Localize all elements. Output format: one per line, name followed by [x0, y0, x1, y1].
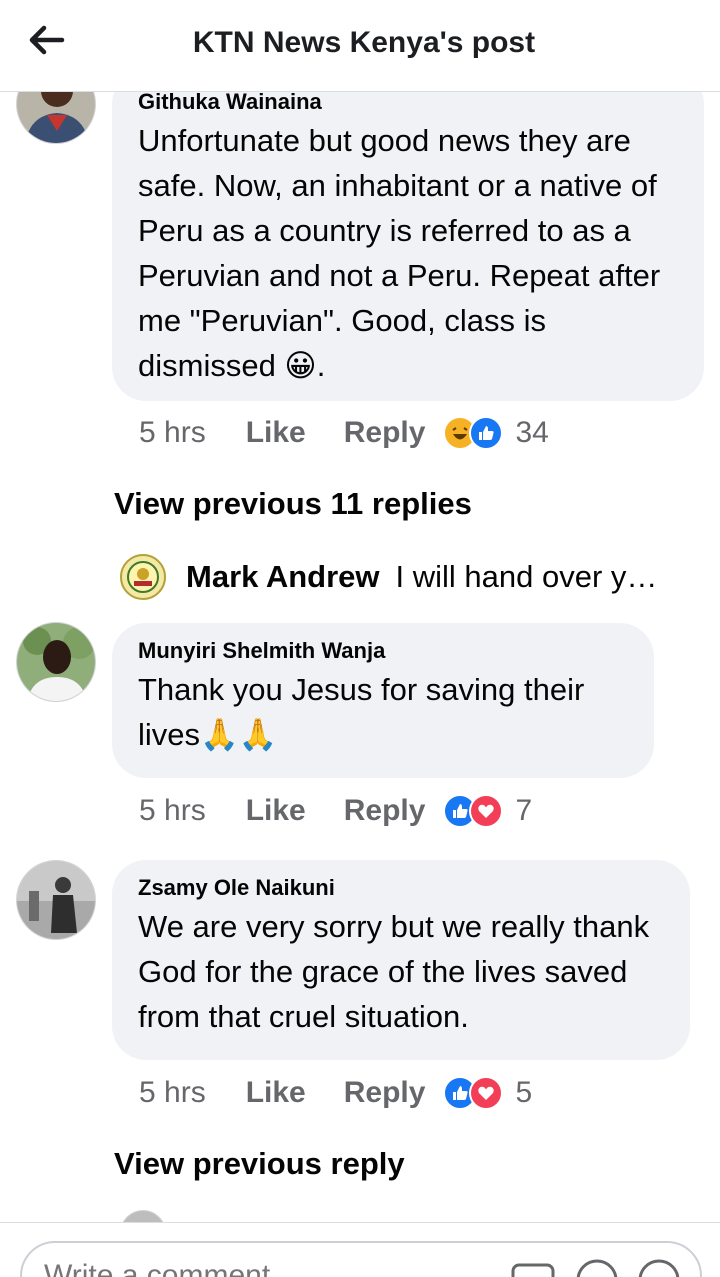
comment-bubble[interactable]: Zsamy Ole Naikuni We are very sorry but … [112, 860, 690, 1060]
page-title: KTN News Kenya's post [192, 26, 536, 59]
comment-text: Unfortunate but good news they are safe.… [138, 123, 661, 383]
comment-bubble[interactable]: Munyiri Shelmith Wanja Thank you Jesus f… [112, 623, 654, 778]
reaction-summary[interactable] [443, 794, 504, 828]
like-reaction-icon [469, 416, 504, 450]
comment-text: We are very sorry but we really thank Go… [138, 909, 650, 1034]
comment-actions: 5 hrs Like Reply 5 [139, 1076, 532, 1110]
comment-actions: 5 hrs Like Reply 34 [139, 416, 549, 450]
gif-icon[interactable] [510, 1257, 556, 1277]
reply-preview[interactable]: Mark Andrew I will hand over y… [120, 552, 690, 602]
reply-text: I will hand over y… [395, 559, 658, 594]
comment-time[interactable]: 5 hrs [139, 416, 206, 450]
reaction-summary[interactable] [443, 1076, 504, 1110]
like-button[interactable]: Like [246, 794, 306, 828]
comment-time[interactable]: 5 hrs [139, 1076, 206, 1110]
camera-icon[interactable] [574, 1257, 620, 1277]
comment-actions: 5 hrs Like Reply 7 [139, 794, 532, 828]
love-reaction-icon [469, 794, 504, 828]
top-bar: KTN News Kenya's post [0, 0, 720, 92]
reply-button[interactable]: Reply [344, 416, 426, 450]
reaction-count[interactable]: 5 [515, 1076, 532, 1110]
avatar [120, 554, 166, 600]
reply-author[interactable]: Mark Andrew [186, 559, 380, 595]
view-previous-replies-link[interactable]: View previous 11 replies [114, 486, 472, 522]
profile-photo [17, 623, 95, 701]
comment-text: Thank you Jesus for saving their lives🙏🙏 [138, 672, 585, 752]
reply-button[interactable]: Reply [344, 794, 426, 828]
like-button[interactable]: Like [246, 1076, 306, 1110]
comment-author[interactable]: Zsamy Ole Naikuni [138, 874, 664, 902]
avatar[interactable] [16, 622, 96, 702]
reaction-count[interactable]: 7 [515, 794, 532, 828]
like-button[interactable]: Like [246, 416, 306, 450]
reaction-summary[interactable] [443, 416, 504, 450]
view-previous-reply-link[interactable]: View previous reply [114, 1146, 405, 1182]
reaction-count[interactable]: 34 [515, 416, 548, 450]
comment-time[interactable]: 5 hrs [139, 794, 206, 828]
reply-button[interactable]: Reply [344, 1076, 426, 1110]
comment-author[interactable]: Munyiri Shelmith Wanja [138, 637, 628, 665]
love-reaction-icon [469, 1076, 504, 1110]
comment-author[interactable]: Githuka Wainaina [138, 88, 678, 116]
profile-photo [17, 861, 95, 939]
comment-bubble[interactable]: Githuka Wainaina Unfortunate but good ne… [112, 70, 704, 401]
emoji-icon[interactable] [636, 1257, 682, 1277]
comment-composer [0, 1222, 720, 1277]
avatar[interactable] [16, 860, 96, 940]
